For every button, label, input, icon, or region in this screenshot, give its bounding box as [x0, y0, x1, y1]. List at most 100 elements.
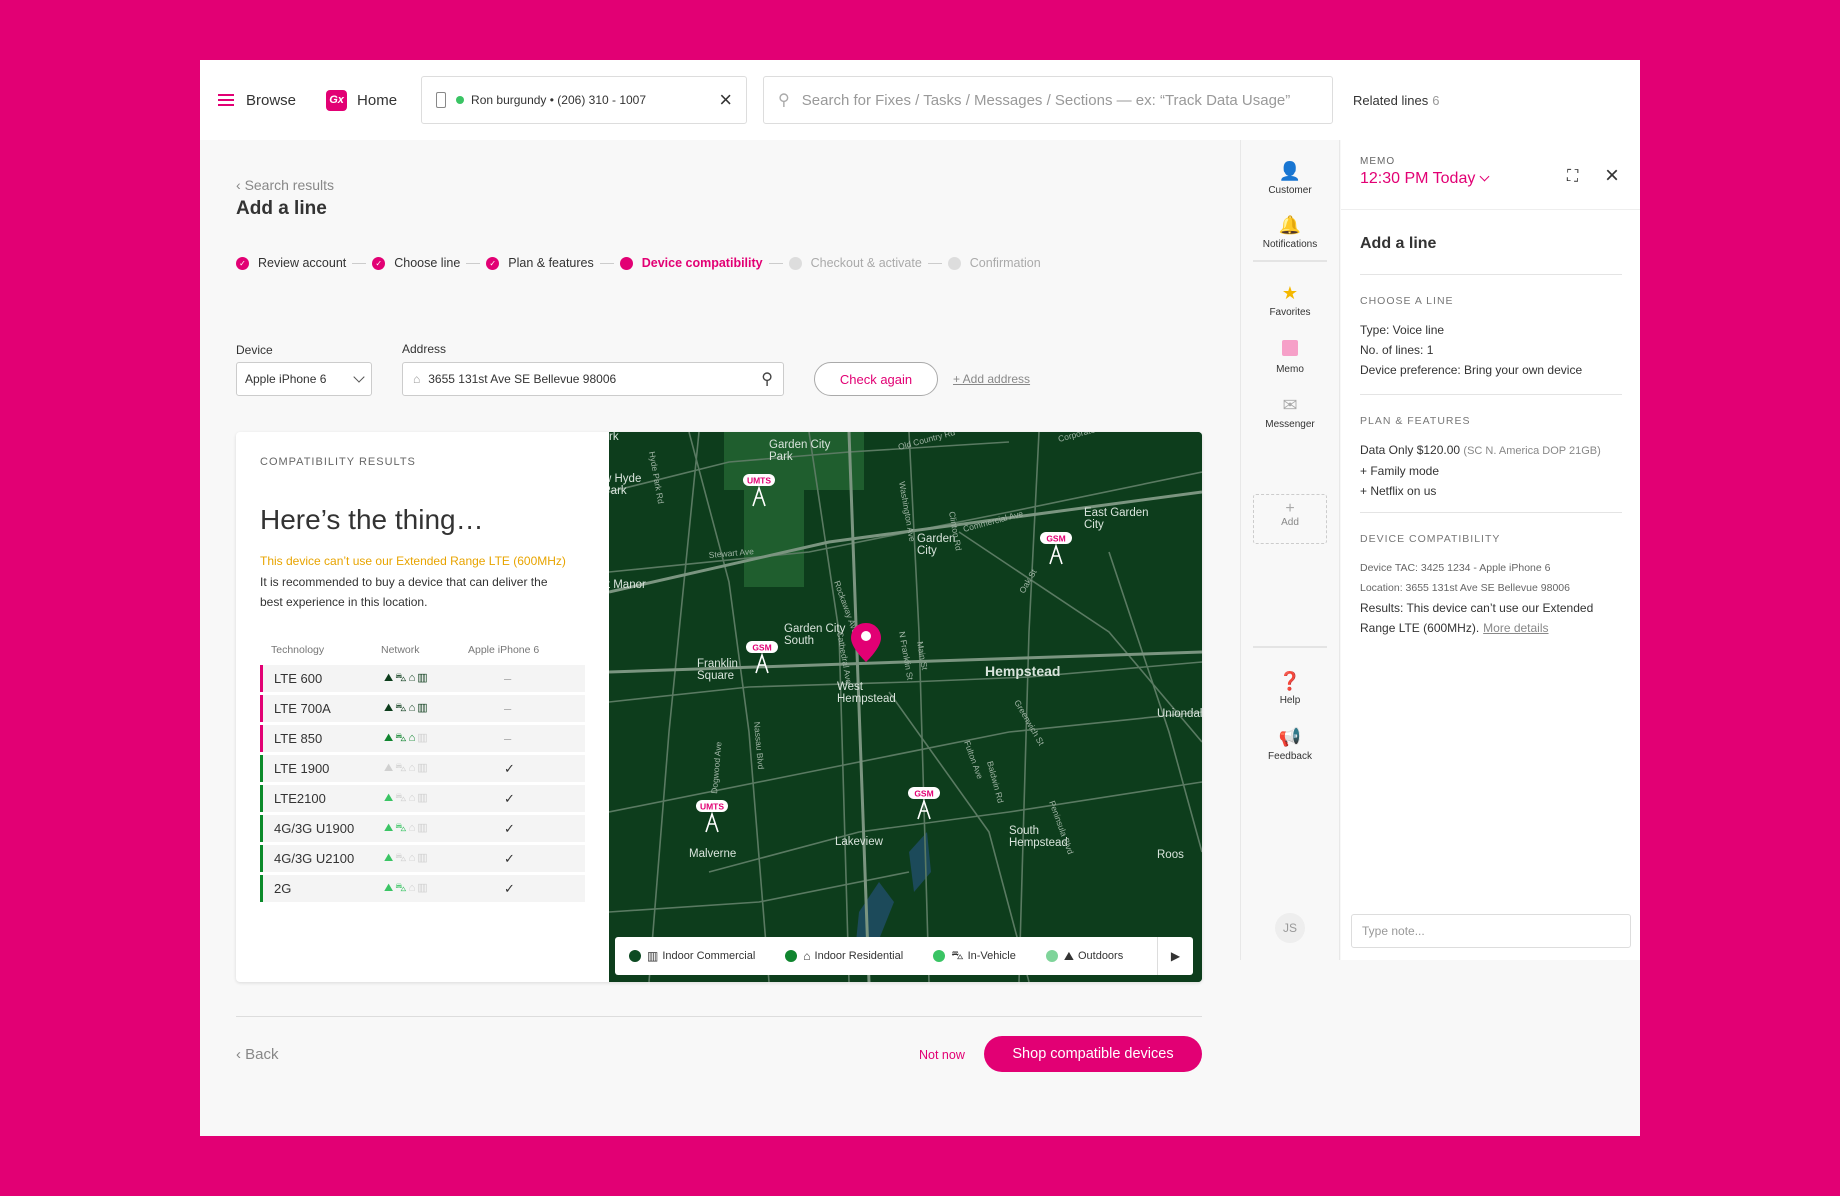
check-again-button[interactable]: Check again: [814, 362, 938, 396]
divider: [236, 1016, 1202, 1017]
gx-logo-icon: Gx: [326, 89, 348, 111]
table-row: 4G/3G U1900 ⛰ ⛍ ⌂ ▥ ✓: [260, 815, 585, 842]
network-cell: ⛰ ⛍ ⌂ ▥: [384, 673, 486, 684]
rail-label: Notifications: [1262, 239, 1318, 250]
house-icon: ⌂: [408, 882, 416, 894]
coverage-map[interactable]: Garden City Park East Garden City Garden City…: [609, 432, 1202, 982]
legend-dot: [785, 950, 798, 962]
step-item: Confirmation: [947, 256, 1041, 270]
car-icon: ⛍: [395, 762, 407, 774]
choose-line-details: Type: Voice line No. of lines: 1 Device …: [1360, 320, 1622, 380]
car-icon: ⛍: [395, 822, 407, 834]
shop-compatible-devices-button[interactable]: Shop compatible devices: [984, 1036, 1202, 1072]
map-legend: ▥ Indoor Commercial ⌂ Indoor Residential ⛍…: [615, 937, 1193, 975]
rail-customer[interactable]: 👤 Customer: [1241, 162, 1339, 196]
divider: [1360, 512, 1622, 513]
compatibility-card: COMPATIBILITY RESULTS Here’s the thing… …: [236, 432, 1202, 982]
mountain-icon: ⛰: [384, 852, 394, 864]
tech-cell: LTE 850: [274, 731, 323, 746]
rail-memo[interactable]: Memo: [1241, 340, 1339, 375]
home-button[interactable]: Gx Home: [326, 89, 397, 111]
results-warning: This device can’t use our Extended Range…: [260, 554, 566, 568]
building-icon: ▥: [417, 792, 428, 804]
tower-label: GSM: [1046, 534, 1065, 544]
divider: [1360, 394, 1622, 395]
rail-add-button[interactable]: + Add: [1253, 494, 1327, 544]
building-icon: ▥: [417, 762, 428, 774]
main-content: ‹ Search results Add a line ✓ Review acco…: [236, 140, 1206, 1136]
hamburger-icon: [218, 94, 234, 106]
close-icon[interactable]: ×: [1605, 162, 1619, 190]
phone-icon: [436, 92, 447, 108]
tech-cell: 2G: [274, 881, 292, 896]
car-icon: ⛍: [395, 732, 407, 744]
house-icon: ⌂: [408, 792, 416, 804]
step-item: Checkout & activate: [788, 256, 922, 270]
customer-label: Ron burgundy • (206) 310 - 1007: [471, 93, 647, 107]
close-customer-icon[interactable]: ×: [719, 89, 732, 111]
compat-result-text: Results: This device can’t use our Exten…: [1360, 601, 1594, 635]
device-cell: ✓: [504, 820, 515, 836]
add-address-link[interactable]: + Add address: [953, 372, 1030, 386]
current-step-icon: [619, 256, 633, 270]
more-details-link[interactable]: More details: [1483, 621, 1548, 635]
note-input[interactable]: Type note...: [1351, 914, 1631, 948]
not-now-link[interactable]: Not now: [919, 1048, 965, 1062]
customer-chip[interactable]: Ron burgundy • (206) 310 - 1007 ×: [421, 76, 748, 124]
back-button[interactable]: ‹ Back: [236, 1046, 279, 1063]
related-lines-button[interactable]: Related lines 6: [1353, 93, 1439, 108]
house-icon: ⌂: [408, 852, 416, 864]
legend-outdoors: ⛰ Outdoors: [1045, 949, 1123, 964]
tower-label: GSM: [752, 643, 771, 653]
col-technology: Technology: [271, 644, 325, 656]
memo-time-select[interactable]: 12:30 PM Today: [1360, 170, 1490, 188]
rail-favorites[interactable]: ★ Favorites: [1241, 284, 1339, 318]
results-heading: Here’s the thing…: [260, 504, 484, 535]
tower-label: GSM: [914, 789, 933, 799]
rail-feedback[interactable]: 📢 Feedback: [1241, 728, 1339, 762]
expand-icon[interactable]: ⛶: [1567, 168, 1578, 186]
memo-title: Add a line: [1360, 235, 1437, 252]
step-label: Plan & features: [508, 256, 594, 270]
avatar[interactable]: JS: [1275, 913, 1305, 943]
step-item[interactable]: ✓ Review account: [236, 256, 346, 270]
plan-details: Data Only $120.00 (SC N. America DOP 21G…: [1360, 440, 1622, 501]
rail-label: Memo: [1276, 364, 1304, 375]
house-icon: ⌂: [408, 702, 416, 714]
family-mode: + Family mode: [1360, 464, 1440, 478]
rail-notifications[interactable]: 🔔 Notifications: [1241, 216, 1339, 250]
map-canvas[interactable]: Garden City ParkEast Garden CityGarden City…: [609, 432, 1202, 982]
envelope-icon: ✉: [1282, 395, 1298, 415]
device-tac: Device TAC: 3425 1234 - Apple iPhone 6: [1360, 562, 1551, 574]
rail-help[interactable]: ❓ Help: [1241, 672, 1339, 706]
search-icon[interactable]: ⚲: [761, 369, 773, 389]
network-cell: ⛰ ⛍ ⌂ ▥: [384, 853, 486, 864]
legend-dot: [1045, 950, 1058, 962]
map-place-label: Franklin Square: [697, 658, 738, 682]
rail-separator: [1253, 260, 1327, 262]
global-search-input[interactable]: ⚲ Search for Fixes / Tasks / Messages / …: [763, 76, 1334, 124]
play-icon[interactable]: ▶: [1157, 937, 1193, 975]
step-label: Device compatibility: [641, 256, 763, 270]
rail-messenger[interactable]: ✉ Messenger: [1241, 396, 1339, 430]
car-icon: ⛍: [395, 702, 407, 714]
legend-label: In-Vehicle: [967, 950, 1016, 962]
mountain-icon: ⛰: [384, 732, 394, 744]
address-input[interactable]: ⌂ 3655 131st Ave SE Bellevue 98006 ⚲: [402, 362, 784, 396]
device-cell: ✓: [504, 760, 515, 776]
mountain-icon: ⛰: [384, 882, 394, 894]
browse-button[interactable]: Browse: [218, 92, 296, 109]
col-network: Network: [381, 644, 420, 656]
map-place-label: rk: [609, 432, 619, 443]
related-lines-label: Related lines: [1353, 92, 1429, 108]
step-item[interactable]: ✓ Plan & features: [486, 256, 594, 270]
app-window: Browse Gx Home Ron burgundy • (206) 310 …: [200, 60, 1640, 1136]
car-icon: ⛍: [395, 672, 407, 684]
building-icon: ▥: [417, 852, 428, 864]
device-cell: –: [504, 701, 512, 716]
step-item[interactable]: ✓ Choose line: [372, 256, 460, 270]
breadcrumb[interactable]: ‹ Search results: [236, 177, 334, 193]
step-connector: [466, 262, 481, 264]
device-select[interactable]: Apple iPhone 6: [236, 362, 372, 396]
car-icon: ⛍: [395, 882, 407, 894]
